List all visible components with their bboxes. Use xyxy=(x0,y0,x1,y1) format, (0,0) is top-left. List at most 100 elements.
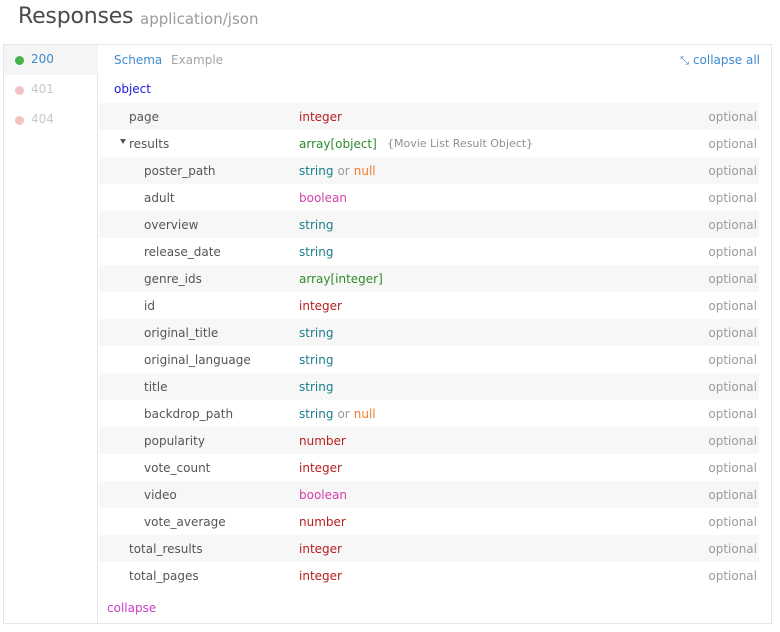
field-type: string or null xyxy=(299,407,376,421)
field-type-label: string xyxy=(299,353,334,367)
collapse-button[interactable]: collapse xyxy=(107,601,156,615)
field-name: original_language xyxy=(144,353,251,367)
field-name: backdrop_path xyxy=(144,407,234,421)
field-name: results xyxy=(129,137,170,151)
status-code-label: 200 xyxy=(31,52,54,66)
field-name: title xyxy=(144,380,168,394)
caret-down-icon[interactable] xyxy=(120,139,126,144)
field-required-label: optional xyxy=(708,218,757,232)
type-or-label: or xyxy=(337,407,350,421)
collapse-all-label: collapse all xyxy=(692,53,760,67)
status-code-401[interactable]: 401 xyxy=(4,75,98,105)
field-type-label: integer xyxy=(299,569,342,583)
responses-header: Responses application/json xyxy=(0,0,780,44)
field-type: string xyxy=(299,218,333,232)
schema-row-backdrop-path: backdrop_path string or null optional xyxy=(99,400,759,427)
status-code-200[interactable]: 200 xyxy=(4,45,98,75)
field-type: string xyxy=(299,245,333,259)
field-type: string xyxy=(299,353,333,367)
collapse-arrows-icon: ⤡ xyxy=(680,54,689,67)
field-type-label: string xyxy=(299,218,334,232)
field-type-label: integer xyxy=(299,110,342,124)
response-panel: 200 401 404 Schema Example ⤡ collapse all… xyxy=(3,44,772,624)
field-required-label: optional xyxy=(708,191,757,205)
schema-row-vote-average: vote_average number optional xyxy=(99,508,759,535)
field-required-label: optional xyxy=(708,569,757,583)
field-type-label: integer xyxy=(299,461,342,475)
schema-row-page: page integer optional xyxy=(99,103,759,130)
content-type-label: application/json xyxy=(140,10,259,28)
field-type-label: integer xyxy=(299,299,342,313)
field-type: string xyxy=(299,326,333,340)
field-name: id xyxy=(144,299,155,313)
field-type-label: integer xyxy=(299,542,342,556)
status-code-404[interactable]: 404 xyxy=(4,105,98,135)
field-name: release_date xyxy=(144,245,221,259)
field-type-label: string xyxy=(299,380,334,394)
field-required-label: optional xyxy=(708,110,757,124)
schema-row-genre-ids: genre_ids array[integer] optional xyxy=(99,265,759,292)
field-name: vote_average xyxy=(144,515,226,529)
schema-row-total-results: total_results integer optional xyxy=(99,535,759,562)
field-type: integer xyxy=(299,542,342,556)
field-name: vote_count xyxy=(144,461,211,475)
section-title: Responses xyxy=(18,4,134,29)
schema-row-poster-path: poster_path string or null optional xyxy=(99,157,759,184)
field-type-label: boolean xyxy=(299,488,347,502)
field-type: boolean xyxy=(299,488,347,502)
field-required-label: optional xyxy=(708,434,757,448)
schema-row-original-language: original_language string optional xyxy=(99,346,759,373)
tab-example[interactable]: Example xyxy=(171,53,223,67)
schema-row-video: video boolean optional xyxy=(99,481,759,508)
field-type-label: number xyxy=(299,434,346,448)
status-dot-icon xyxy=(15,116,24,125)
field-type-label: string xyxy=(299,164,334,178)
field-name: adult xyxy=(144,191,175,205)
schema-row-original-title: original_title string optional xyxy=(99,319,759,346)
field-required-label: optional xyxy=(708,326,757,340)
field-type: string or null xyxy=(299,164,376,178)
type-or-label: or xyxy=(337,164,350,178)
schema-row-release-date: release_date string optional xyxy=(99,238,759,265)
schema-row-results[interactable]: results array[object] {Movie List Result O… xyxy=(99,130,759,157)
field-name: total_pages xyxy=(129,569,199,583)
field-name: video xyxy=(144,488,177,502)
status-code-label: 404 xyxy=(31,112,54,126)
type-null-label: null xyxy=(353,407,376,421)
field-type: number xyxy=(299,515,346,529)
schema-row-id: id integer optional xyxy=(99,292,759,319)
field-name: poster_path xyxy=(144,164,216,178)
field-type-label: array[object] xyxy=(299,137,377,151)
tab-schema[interactable]: Schema xyxy=(114,53,162,67)
field-type: array[integer] xyxy=(299,272,383,286)
schema-row-overview: overview string optional xyxy=(99,211,759,238)
collapse-all-button[interactable]: ⤡ collapse all xyxy=(680,53,760,68)
status-dot-icon xyxy=(15,56,24,65)
field-required-label: optional xyxy=(708,299,757,313)
field-type: array[object] xyxy=(299,137,377,151)
field-type-label: number xyxy=(299,515,346,529)
field-type-label: string xyxy=(299,407,334,421)
field-name: popularity xyxy=(144,434,205,448)
schema-row-adult: adult boolean optional xyxy=(99,184,759,211)
field-type-label: string xyxy=(299,326,334,340)
field-required-label: optional xyxy=(708,542,757,556)
field-required-label: optional xyxy=(708,272,757,286)
field-type: boolean xyxy=(299,191,347,205)
field-required-label: optional xyxy=(708,515,757,529)
status-code-label: 401 xyxy=(31,82,54,96)
field-required-label: optional xyxy=(708,353,757,367)
field-required-label: optional xyxy=(708,407,757,421)
field-type: integer xyxy=(299,110,342,124)
field-type: integer xyxy=(299,299,342,313)
schema-row-total-pages: total_pages integer optional xyxy=(99,562,759,589)
field-name: page xyxy=(129,110,159,124)
field-name: original_title xyxy=(144,326,219,340)
root-type-label: object xyxy=(114,82,151,96)
schema-content: Schema Example ⤡ collapse all object page… xyxy=(99,45,771,623)
field-type: integer xyxy=(299,461,342,475)
field-name: genre_ids xyxy=(144,272,202,286)
field-name: overview xyxy=(144,218,199,232)
field-required-label: optional xyxy=(708,461,757,475)
field-type-label: string xyxy=(299,245,334,259)
